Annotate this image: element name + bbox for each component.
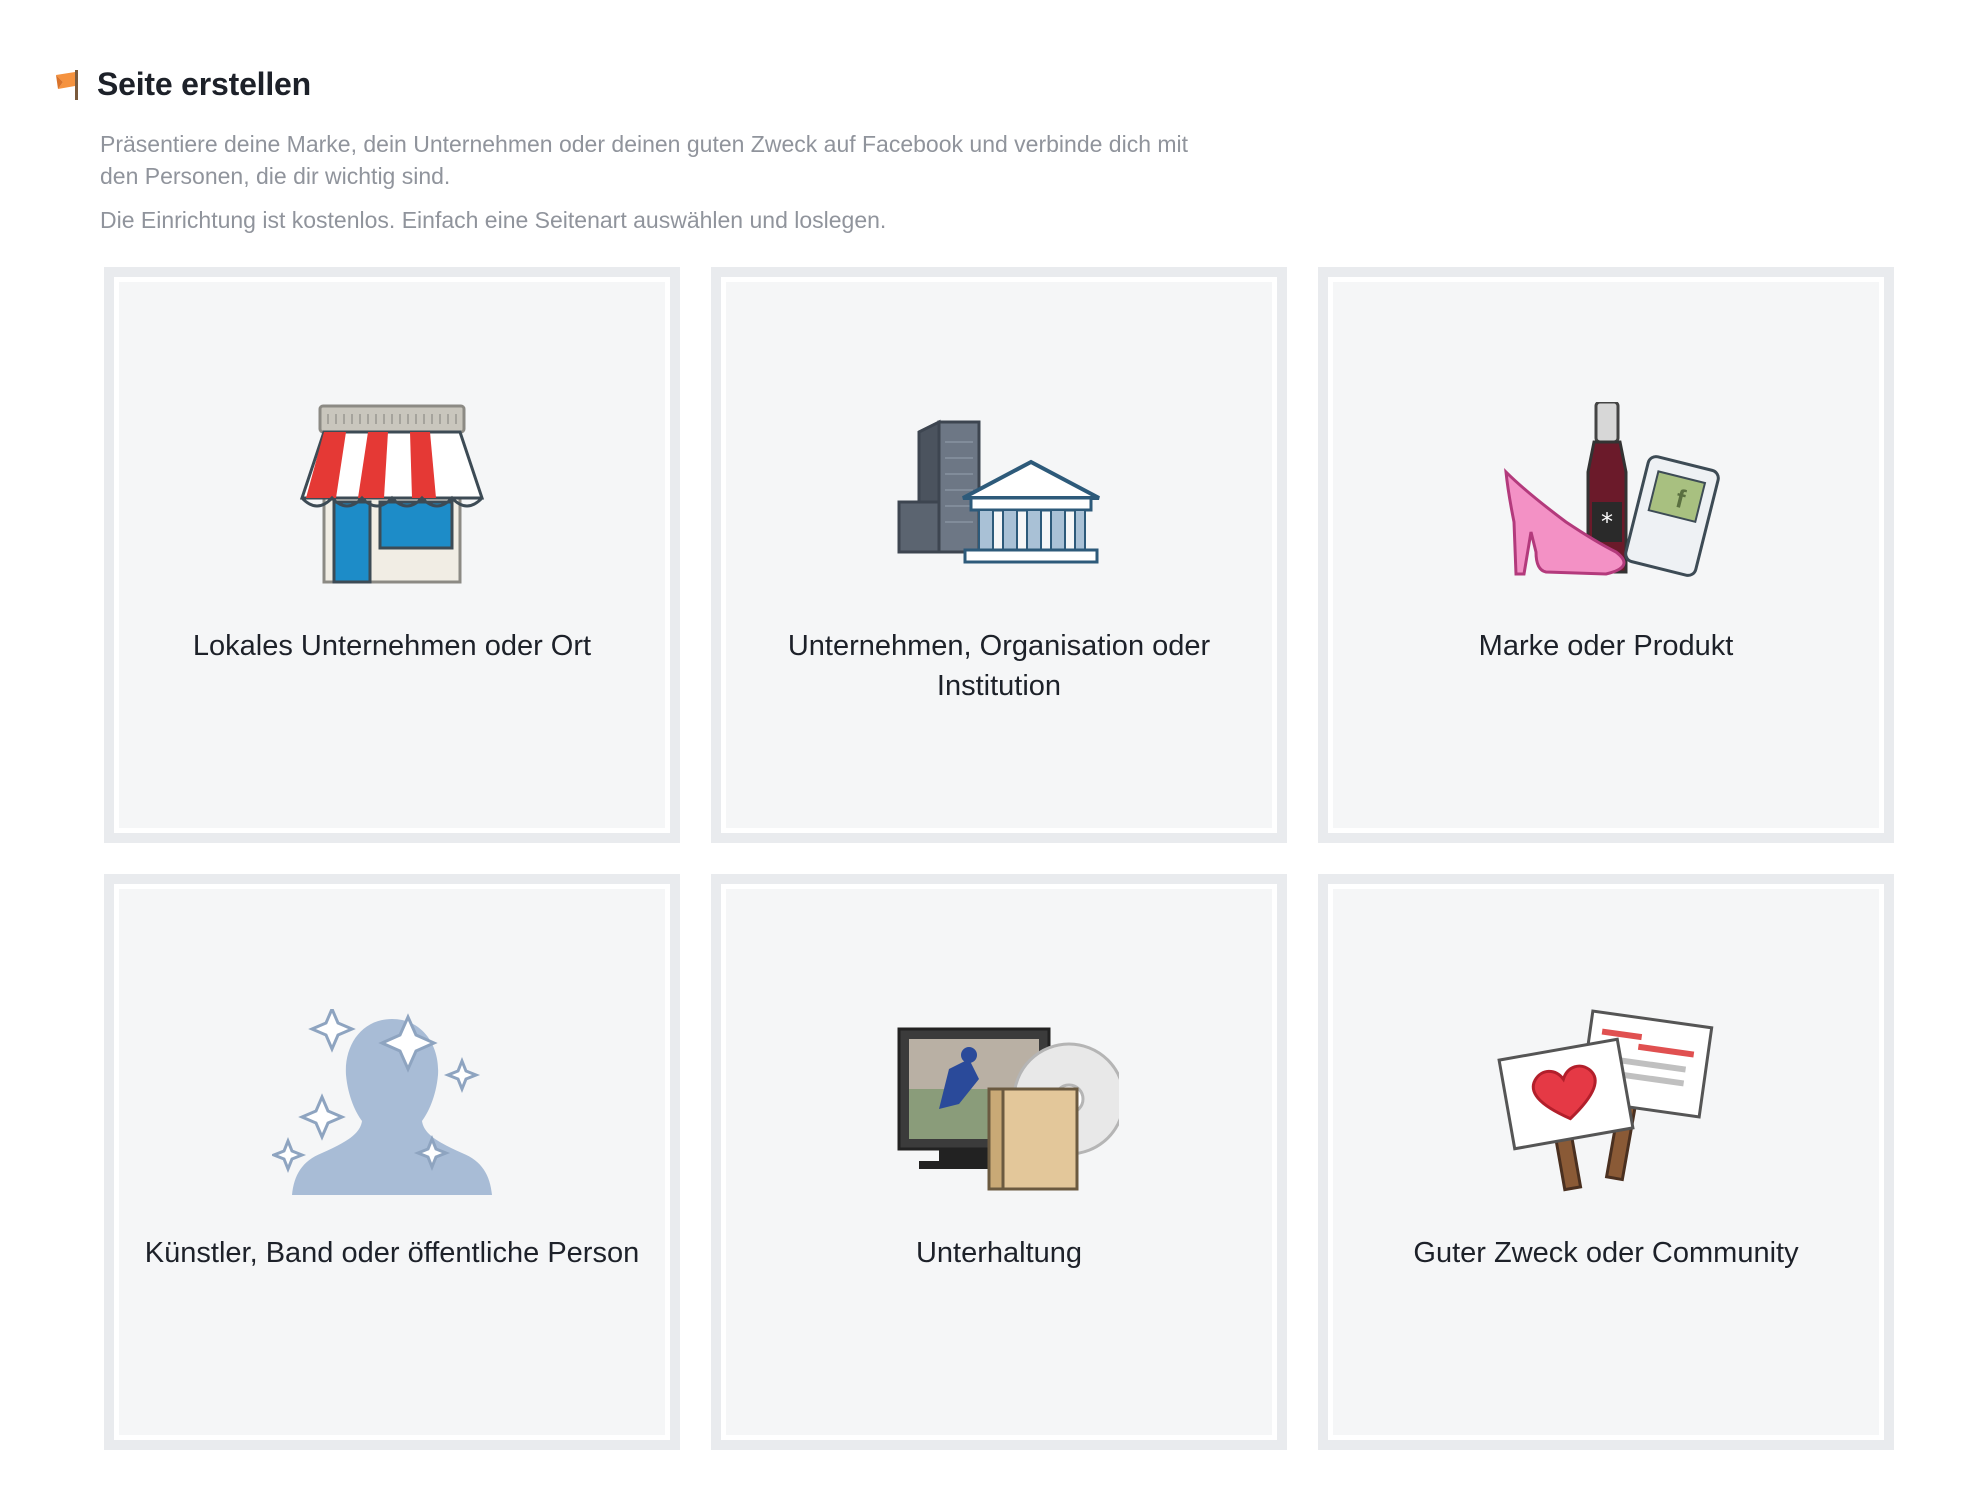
flag-icon	[54, 69, 84, 101]
intro-line: den Personen, die dir wichtig sind.	[100, 163, 451, 189]
signs-icon	[1497, 1009, 1714, 1192]
category-card-entertainment[interactable]: Unterhaltung	[711, 874, 1287, 1450]
svg-text:*: *	[1601, 508, 1613, 536]
page-title: Seite erstellen	[97, 66, 312, 102]
category-card-cause[interactable]: Guter Zweck oder Community	[1318, 874, 1894, 1450]
category-grid: Lokales Unternehmen oder Ort Unternehmen…	[104, 267, 1894, 1450]
page-header: Seite erstellen	[54, 66, 311, 103]
category-label: Künstler, Band oder öffentliche Person	[144, 1237, 640, 1269]
card-inner: * f Marke oder Produkt	[1328, 277, 1884, 833]
card-inner: Lokales Unternehmen oder Ort	[114, 277, 670, 833]
category-label: Unterhaltung	[915, 1237, 1083, 1269]
buildings-icon	[897, 419, 1100, 564]
storefront-icon	[299, 404, 485, 584]
card-inner: Künstler, Band oder öffentliche Person	[114, 884, 670, 1440]
card-inner: Unternehmen, Organisation oder Instituti…	[721, 277, 1277, 833]
intro-line: Präsentiere deine Marke, dein Unternehme…	[100, 131, 1189, 157]
category-card-local-business[interactable]: Lokales Unternehmen oder Ort	[104, 267, 680, 843]
intro-text: Präsentiere deine Marke, dein Unternehme…	[100, 128, 1300, 236]
products-icon: * f	[1504, 402, 1720, 577]
category-card-company[interactable]: Unternehmen, Organisation oder Instituti…	[711, 267, 1287, 843]
category-label: Guter Zweck oder Community	[1413, 1237, 1799, 1269]
category-card-artist[interactable]: Künstler, Band oder öffentliche Person	[104, 874, 680, 1450]
card-inner: Guter Zweck oder Community	[1328, 884, 1884, 1440]
card-inner: Unterhaltung	[721, 884, 1277, 1440]
category-label: Lokales Unternehmen oder Ort	[192, 630, 592, 662]
category-label: Marke oder Produkt	[1478, 630, 1734, 662]
category-label: Unternehmen, Organisation oder Instituti…	[787, 630, 1211, 702]
intro-line: Die Einrichtung ist kostenlos. Einfach e…	[100, 207, 887, 233]
category-card-brand[interactable]: * f Marke oder Produkt	[1318, 267, 1894, 843]
person-sparkle-icon	[272, 1009, 492, 1195]
media-icon	[897, 1027, 1119, 1191]
